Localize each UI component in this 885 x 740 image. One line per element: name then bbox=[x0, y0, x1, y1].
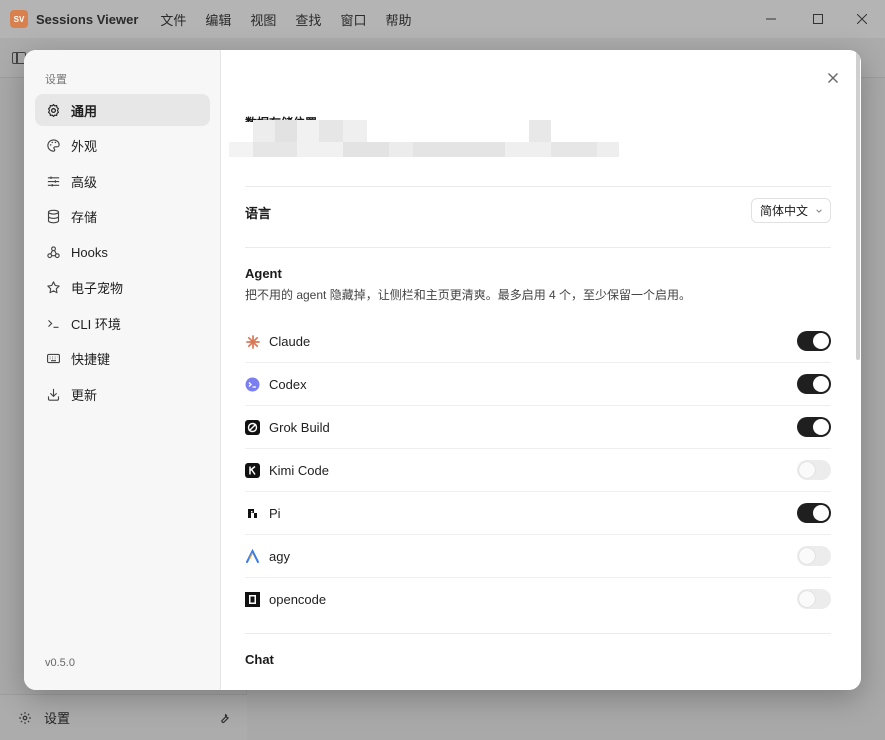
chat-section-title: Chat bbox=[245, 652, 274, 667]
app-logo: SV bbox=[10, 10, 28, 28]
nav-label: 通用 bbox=[71, 103, 98, 119]
agent-name: agy bbox=[269, 549, 290, 564]
download-icon bbox=[47, 388, 60, 401]
agent-row-codex: Codex bbox=[245, 363, 831, 406]
grok-build-toggle[interactable] bbox=[797, 417, 831, 437]
close-icon bbox=[828, 73, 838, 83]
nav-label: 高级 bbox=[71, 174, 98, 190]
nav-appearance[interactable]: 外观 bbox=[35, 130, 210, 162]
nav-cli-env[interactable]: CLI 环境 bbox=[35, 307, 210, 339]
pi-toggle[interactable] bbox=[797, 503, 831, 523]
settings-sidebar: 设置 通用 外观 高级 存储 Hooks 电子宠物 CLI 环境 快捷键 更新 … bbox=[24, 50, 221, 690]
database-icon bbox=[47, 209, 60, 224]
agent-row-kimi-code: Kimi Code bbox=[245, 449, 831, 492]
chevron-down-icon bbox=[816, 209, 822, 213]
agent-section-title: Agent bbox=[245, 266, 282, 281]
claude-toggle[interactable] bbox=[797, 331, 831, 351]
minimize-button[interactable] bbox=[748, 0, 794, 38]
opencode-toggle[interactable] bbox=[797, 589, 831, 609]
nav-label: CLI 环境 bbox=[71, 316, 121, 332]
agy-toggle[interactable] bbox=[797, 546, 831, 566]
menu-bar: 文件 编辑 视图 查找 窗口 帮助 bbox=[160, 10, 430, 29]
agent-row-grok-build: Grok Build bbox=[245, 406, 831, 449]
agent-row-pi: Pi bbox=[245, 492, 831, 535]
agent-section-description: 把不用的 agent 隐藏掉，让侧栏和主页更清爽。最多启用 4 个，至少保留一个… bbox=[245, 288, 692, 302]
title-bar: SV Sessions Viewer 文件 编辑 视图 查找 窗口 帮助 bbox=[0, 0, 885, 38]
codex-toggle[interactable] bbox=[797, 374, 831, 394]
claude-icon bbox=[245, 334, 260, 349]
language-label: 语言 bbox=[245, 206, 272, 221]
scrollbar[interactable] bbox=[853, 50, 861, 690]
opencode-icon bbox=[245, 592, 260, 607]
agy-icon bbox=[245, 549, 260, 564]
nav-pet[interactable]: 电子宠物 bbox=[35, 272, 210, 304]
nav-update[interactable]: 更新 bbox=[35, 378, 210, 410]
storage-path-redacted bbox=[229, 120, 624, 158]
agent-name: Grok Build bbox=[269, 420, 330, 435]
nav-hooks[interactable]: Hooks bbox=[35, 236, 210, 268]
menu-find[interactable]: 查找 bbox=[295, 10, 321, 29]
maximize-icon bbox=[813, 14, 823, 24]
codex-icon bbox=[245, 377, 260, 392]
settings-content: 数据存储位置 语言 简体 bbox=[221, 50, 861, 690]
app-version: v0.5.0 bbox=[45, 657, 75, 669]
menu-window[interactable]: 窗口 bbox=[340, 10, 366, 29]
agent-row-claude: Claude bbox=[245, 320, 831, 363]
divider bbox=[245, 247, 831, 248]
settings-modal: 设置 通用 外观 高级 存储 Hooks 电子宠物 CLI 环境 快捷键 更新 … bbox=[24, 50, 861, 690]
gear-icon[interactable] bbox=[18, 711, 32, 725]
kimi-code-toggle[interactable] bbox=[797, 460, 831, 480]
language-select[interactable]: 简体中文 bbox=[751, 198, 831, 223]
divider bbox=[245, 186, 831, 187]
pi-icon bbox=[245, 506, 260, 521]
kimi-icon bbox=[245, 463, 260, 478]
nav-label: 快捷键 bbox=[71, 352, 111, 367]
agent-row-opencode: opencode bbox=[245, 578, 831, 621]
window-close-button[interactable] bbox=[839, 0, 885, 38]
language-value: 简体中文 bbox=[760, 204, 809, 218]
nav-label: 存储 bbox=[71, 210, 98, 225]
nav-storage[interactable]: 存储 bbox=[35, 201, 210, 233]
menu-view[interactable]: 视图 bbox=[250, 10, 276, 29]
grok-icon bbox=[245, 420, 260, 435]
sliders-icon bbox=[47, 176, 60, 186]
agent-name: Codex bbox=[269, 377, 307, 392]
wrench-icon[interactable] bbox=[217, 711, 231, 725]
divider bbox=[245, 633, 831, 634]
nav-label: 外观 bbox=[71, 139, 98, 154]
background-footer: 设置 bbox=[0, 694, 247, 740]
nav-shortcuts[interactable]: 快捷键 bbox=[35, 343, 210, 375]
nav-label: Hooks bbox=[71, 244, 108, 260]
maximize-button[interactable] bbox=[795, 0, 841, 38]
nav-label: 电子宠物 bbox=[71, 281, 124, 296]
agent-name: Kimi Code bbox=[269, 463, 329, 478]
agent-name: Claude bbox=[269, 334, 311, 349]
agent-row-agy: agy bbox=[245, 535, 831, 578]
nav-advanced[interactable]: 高级 bbox=[35, 165, 210, 197]
scrollbar-thumb[interactable] bbox=[856, 50, 860, 360]
terminal-icon bbox=[48, 319, 59, 328]
gear-icon bbox=[47, 103, 60, 117]
agent-name: opencode bbox=[269, 592, 327, 607]
agent-name: Pi bbox=[269, 506, 281, 521]
app-title: Sessions Viewer bbox=[36, 11, 139, 27]
webhook-icon bbox=[47, 245, 60, 258]
keyboard-icon bbox=[47, 353, 60, 364]
menu-help[interactable]: 帮助 bbox=[385, 10, 411, 29]
modal-close-button[interactable] bbox=[825, 70, 841, 86]
window-close-icon bbox=[857, 14, 867, 24]
settings-title: 设置 bbox=[45, 74, 67, 86]
star-icon bbox=[47, 281, 60, 294]
settings-footer-label[interactable]: 设置 bbox=[44, 708, 70, 727]
nav-label: 更新 bbox=[71, 387, 98, 403]
minimize-icon bbox=[766, 18, 776, 20]
palette-icon bbox=[47, 139, 60, 152]
settings-nav: 通用 外观 高级 存储 Hooks 电子宠物 CLI 环境 快捷键 更新 bbox=[35, 94, 210, 414]
menu-file[interactable]: 文件 bbox=[160, 10, 186, 29]
menu-edit[interactable]: 编辑 bbox=[205, 10, 231, 29]
nav-general[interactable]: 通用 bbox=[35, 94, 210, 126]
